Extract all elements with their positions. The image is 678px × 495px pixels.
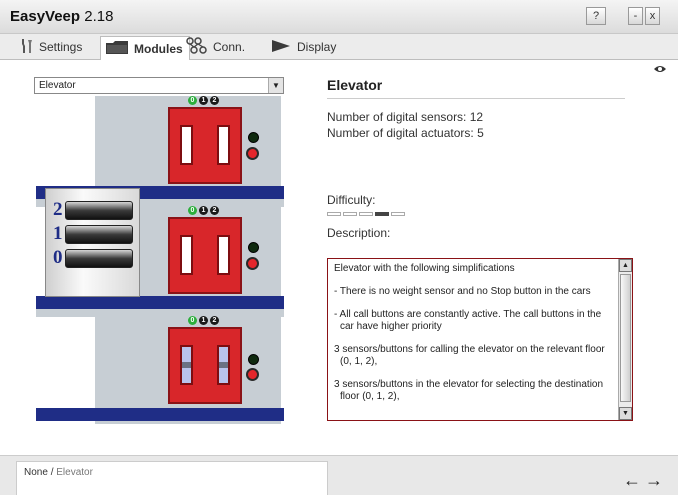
scroll-down-icon[interactable]: ▼ (619, 407, 632, 420)
description-line: - All call buttons are constantly active… (334, 309, 602, 332)
indicator-0: 0 (188, 96, 197, 105)
title-bar: EasyVeep 2.18 ? - x (0, 0, 678, 34)
elevator-door (168, 217, 242, 294)
folder-icon (105, 39, 129, 58)
breadcrumb-separator: / (50, 467, 54, 478)
indicator-1: 1 (199, 206, 208, 215)
help-button[interactable]: ? (586, 7, 606, 25)
tab-display[interactable]: Display (270, 36, 336, 58)
tab-connections[interactable]: Conn. (186, 36, 245, 58)
floor-indicator: 0 1 2 (188, 316, 219, 326)
description-text: Elevator with the following simplificati… (334, 263, 612, 414)
description-box[interactable]: Elevator with the following simplificati… (327, 258, 633, 421)
car-button-floor-2[interactable] (65, 201, 133, 220)
indicator-0: 0 (188, 316, 197, 325)
call-button-floor-1[interactable] (246, 257, 259, 270)
elevator-door (168, 107, 242, 184)
floor-slab (36, 408, 284, 421)
tab-bar: Settings Modules Conn. Display (0, 34, 678, 60)
description-line: 3 sensors/buttons for calling the elevat… (334, 344, 605, 367)
actuator-count: Number of digital actuators: 5 (327, 126, 484, 140)
indicator-2: 2 (210, 206, 219, 215)
sensor-count: Number of digital sensors: 12 (327, 110, 484, 124)
minimize-button[interactable]: - (628, 7, 643, 25)
elevator-car-panel: 2 1 0 (45, 188, 140, 297)
window-title: EasyVeep 2.18 (10, 8, 114, 25)
door-window (217, 345, 230, 385)
tools-icon (20, 38, 34, 57)
module-select-value: Elevator (39, 80, 76, 91)
car-label-1: 1 (53, 223, 63, 244)
difficulty-segment (327, 212, 341, 216)
difficulty-segment (343, 212, 357, 216)
tab-settings-label: Settings (39, 40, 83, 54)
elevator-door-open (168, 327, 242, 404)
indicator-0: 0 (188, 206, 197, 215)
close-button[interactable]: x (645, 7, 660, 25)
floor-indicator: 0 1 2 (188, 96, 219, 106)
breadcrumb-root[interactable]: None (24, 467, 48, 478)
scroll-thumb[interactable] (620, 274, 631, 402)
eye-icon[interactable] (653, 63, 667, 77)
floor-wall (36, 96, 95, 186)
difficulty-label: Difficulty: (327, 193, 376, 207)
description-line: Elevator with the following simplificati… (334, 263, 515, 274)
car-label-0: 0 (53, 247, 63, 268)
floor-wall (36, 316, 95, 408)
indicator-2: 2 (210, 316, 219, 325)
car-button-floor-0[interactable] (65, 249, 133, 268)
floor-slab (36, 296, 284, 309)
module-select[interactable]: Elevator ▼ (34, 77, 284, 94)
module-title: Elevator (327, 77, 383, 93)
scroll-up-icon[interactable]: ▲ (619, 259, 632, 272)
call-button-floor-0[interactable] (246, 368, 259, 381)
difficulty-segment (391, 212, 405, 216)
description-scrollbar[interactable]: ▲ ▼ (618, 259, 632, 420)
app-window: EasyVeep 2.18 ? - x Settings Modules Con… (0, 0, 678, 495)
indicator-1: 1 (199, 96, 208, 105)
floor-lamp-icon (248, 354, 259, 365)
breadcrumb-current: Elevator (56, 467, 93, 478)
forward-arrow-icon[interactable]: → (645, 470, 663, 491)
difficulty-meter (327, 212, 405, 216)
car-button-floor-1[interactable] (65, 225, 133, 244)
door-window (180, 345, 193, 385)
chevron-down-icon[interactable]: ▼ (268, 78, 283, 93)
tab-settings[interactable]: Settings (20, 36, 82, 58)
tab-modules-label: Modules (134, 41, 183, 56)
car-label-2: 2 (53, 199, 63, 220)
floor-gap (36, 309, 284, 317)
door-window (217, 235, 230, 275)
description-line: 3 sensors/buttons in the elevator for se… (334, 379, 604, 402)
breadcrumb: None / Elevator (24, 467, 93, 478)
door-window (180, 125, 193, 165)
play-icon (270, 38, 292, 57)
floor-indicator: 0 1 2 (188, 206, 219, 216)
difficulty-segment (375, 212, 389, 216)
call-button-floor-2[interactable] (246, 147, 259, 160)
floor-lamp-icon (248, 242, 259, 253)
door-window (180, 235, 193, 275)
floor-lamp-icon (248, 132, 259, 143)
description-label: Description: (327, 226, 391, 240)
description-line: - There is no weight sensor and no Stop … (334, 286, 591, 297)
difficulty-segment (359, 212, 373, 216)
door-window (217, 125, 230, 165)
connection-icon (186, 36, 208, 58)
title-divider (327, 98, 625, 99)
tab-modules[interactable]: Modules (100, 36, 190, 60)
tab-connections-label: Conn. (213, 40, 246, 54)
indicator-1: 1 (199, 316, 208, 325)
tab-display-label: Display (297, 40, 337, 54)
indicator-2: 2 (210, 96, 219, 105)
back-arrow-icon[interactable]: ← (623, 470, 641, 491)
